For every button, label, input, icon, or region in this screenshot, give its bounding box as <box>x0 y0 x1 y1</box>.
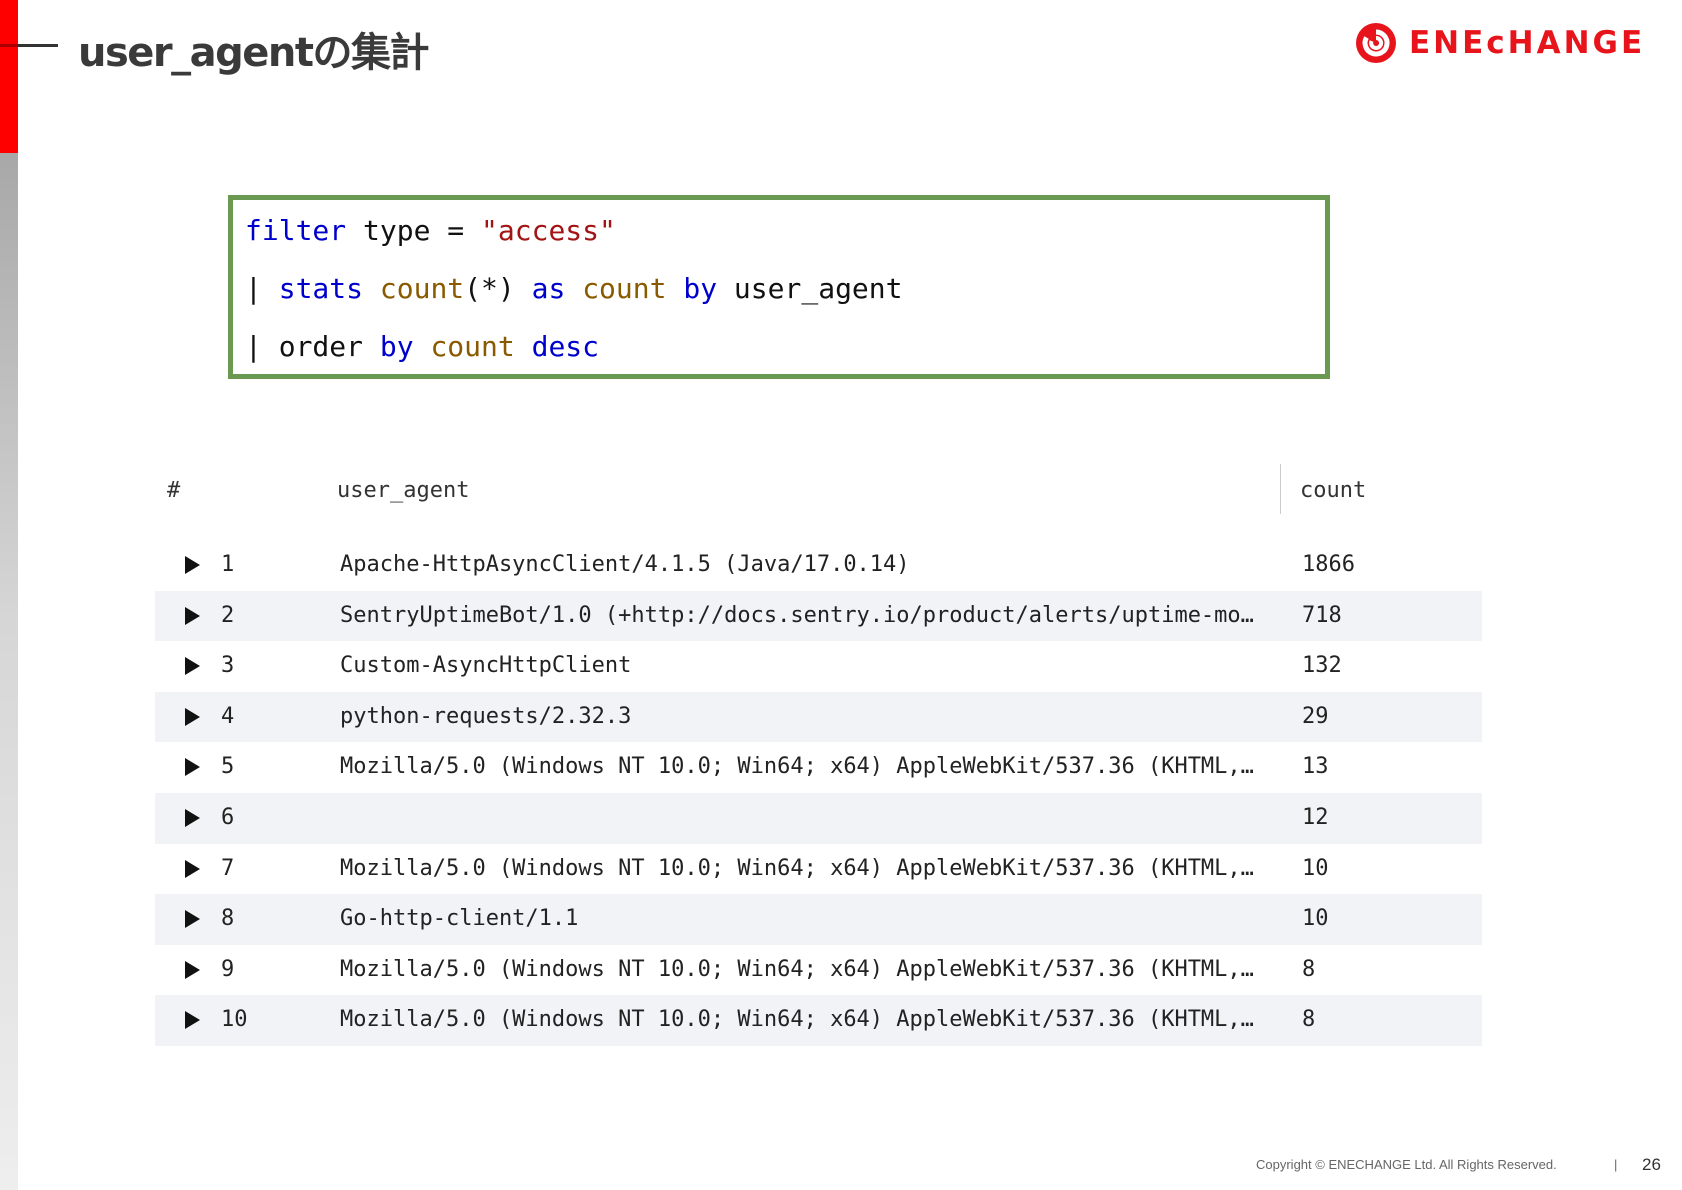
row-index: 3 <box>221 653 235 679</box>
results-table: # user_agent count 1 Apache-HttpAsyncClie… <box>155 464 1482 1046</box>
query-token: count <box>582 272 667 305</box>
row-count: 29 <box>1302 703 1329 729</box>
row-user-agent: Mozilla/5.0 (Windows NT 10.0; Win64; x64… <box>340 956 1254 982</box>
expand-row-icon[interactable] <box>185 657 200 676</box>
query-token: stats <box>278 272 364 305</box>
row-index: 1 <box>221 552 235 577</box>
header-count[interactable]: count <box>1300 478 1366 503</box>
query-token: desc <box>531 330 600 363</box>
row-user-agent: Custom-AsyncHttpClient <box>340 653 632 679</box>
query-token <box>565 272 582 305</box>
query-box: filter type = "access" | stats count(*) … <box>228 195 1330 379</box>
table-row[interactable]: 5 Mozilla/5.0 (Windows NT 10.0; Win64; x6… <box>155 742 1482 793</box>
query-token: by <box>683 272 718 305</box>
header-user-agent[interactable]: user_agent <box>337 478 469 503</box>
table-row[interactable]: 10 Mozilla/5.0 (Windows NT 10.0; Win64; x… <box>155 995 1482 1046</box>
row-count: 8 <box>1302 1007 1316 1033</box>
row-index: 6 <box>221 804 235 830</box>
table-row[interactable]: 1 Apache-HttpAsyncClient/4.1.5 (Java/17.0… <box>155 540 1482 591</box>
query-token: filter <box>245 214 347 247</box>
copyright-footer: Copyright © ENECHANGE Ltd. All Rights Re… <box>1256 1157 1557 1172</box>
query-line-1: filter type = "access" <box>245 214 616 247</box>
expand-row-icon[interactable] <box>185 556 200 574</box>
expand-row-icon[interactable] <box>185 707 200 726</box>
row-user-agent: Mozilla/5.0 (Windows NT 10.0; Win64; x64… <box>340 1007 1254 1033</box>
query-token: as <box>531 272 566 305</box>
row-index: 5 <box>221 754 235 780</box>
table-row[interactable]: 7 Mozilla/5.0 (Windows NT 10.0; Win64; x6… <box>155 844 1482 895</box>
table-rows: 1 Apache-HttpAsyncClient/4.1.5 (Java/17.0… <box>155 540 1482 1046</box>
table-row[interactable]: 3 Custom-AsyncHttpClient 132 <box>155 641 1482 692</box>
logo-text: ENEⅽHANGE <box>1409 25 1646 61</box>
row-index: 10 <box>221 1007 248 1033</box>
query-token <box>414 330 431 363</box>
expand-row-icon[interactable] <box>185 910 200 929</box>
row-user-agent: Mozilla/5.0 (Windows NT 10.0; Win64; x64… <box>340 754 1254 780</box>
query-line-2: | stats count(*) as count by user_agent <box>245 272 903 305</box>
table-row[interactable]: 4 python-requests/2.32.3 29 <box>155 691 1482 743</box>
expand-row-icon[interactable] <box>185 808 200 827</box>
left-accent-gradient <box>0 153 18 1190</box>
row-user-agent: Mozilla/5.0 (Windows NT 10.0; Win64; x64… <box>340 855 1254 881</box>
title-rule-accent <box>0 44 18 47</box>
slide: user_agentの集計 ENEⅽHANGE filter type = "a… <box>0 0 1682 1190</box>
expand-row-icon[interactable] <box>185 859 200 878</box>
query-token: (*) <box>464 272 532 305</box>
enechange-logo: ENEⅽHANGE <box>1355 22 1645 64</box>
query-token <box>515 330 532 363</box>
query-token: count <box>430 330 515 363</box>
table-row[interactable]: 8 Go-http-client/1.1 10 <box>155 894 1482 945</box>
row-index: 8 <box>221 906 235 932</box>
table-row[interactable]: 2 SentryUptimeBot/1.0 (+http://docs.sentr… <box>155 590 1482 642</box>
row-index: 4 <box>221 703 235 729</box>
query-token <box>666 272 683 305</box>
header-hash[interactable]: # <box>167 478 180 503</box>
query-token <box>363 272 380 305</box>
expand-row-icon[interactable] <box>185 1011 200 1030</box>
row-count: 132 <box>1302 653 1342 679</box>
query-token: user_agent <box>717 272 903 305</box>
row-count: 8 <box>1302 956 1316 982</box>
table-header: # user_agent count <box>155 464 1482 528</box>
row-user-agent: python-requests/2.32.3 <box>340 703 632 729</box>
logo-mark-icon <box>1356 23 1396 63</box>
row-count: 10 <box>1302 906 1329 932</box>
query-token: "access" <box>481 214 616 247</box>
row-count: 1866 <box>1302 552 1355 577</box>
page-title: user_agentの集計 <box>78 30 430 76</box>
expand-row-icon[interactable] <box>185 606 200 625</box>
query-token: | <box>245 272 279 305</box>
row-count: 13 <box>1302 754 1329 780</box>
query-token: count <box>379 272 465 305</box>
expand-row-icon[interactable] <box>185 960 200 979</box>
row-count: 718 <box>1302 602 1342 628</box>
row-index: 7 <box>221 855 235 881</box>
query-line-3: | order by count desc <box>245 330 599 363</box>
row-user-agent: Apache-HttpAsyncClient/4.1.5 (Java/17.0.… <box>340 552 910 577</box>
row-user-agent: SentryUptimeBot/1.0 (+http://docs.sentry… <box>340 602 1254 628</box>
page-number: 26 <box>1642 1155 1661 1174</box>
table-row[interactable]: 9 Mozilla/5.0 (Windows NT 10.0; Win64; x6… <box>155 945 1482 996</box>
footer-separator: | <box>1614 1157 1618 1172</box>
table-row[interactable]: 6 12 <box>155 792 1482 844</box>
column-resize-handle[interactable] <box>1280 464 1281 514</box>
left-accent-bar <box>0 0 18 153</box>
row-index: 2 <box>221 602 235 628</box>
row-count: 12 <box>1302 804 1329 830</box>
row-user-agent: Go-http-client/1.1 <box>340 906 579 932</box>
query-token: | order <box>245 330 380 363</box>
query-token: type = <box>346 214 482 247</box>
row-index: 9 <box>221 956 235 982</box>
query-token: by <box>379 330 414 363</box>
row-count: 10 <box>1302 855 1329 881</box>
expand-row-icon[interactable] <box>185 758 200 777</box>
